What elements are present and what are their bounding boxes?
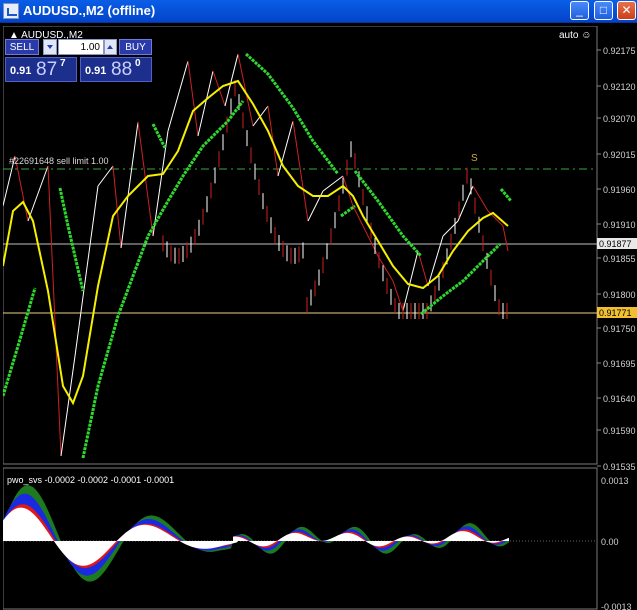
sell-price-sup: 7 (60, 58, 66, 69)
trend-band-segment (151, 123, 167, 149)
price-tick-label: 0.92120 (603, 82, 636, 92)
indicator-scale-label: 0.0013 (601, 476, 629, 486)
sell-button[interactable]: SELL (5, 39, 39, 55)
price-tick-label: 0.91695 (603, 359, 636, 369)
price-tick-label: 0.91960 (603, 185, 636, 195)
one-click-trade-panel: SELL 1.00 BUY 0.91 87 7 0.91 88 0 (5, 39, 152, 83)
price-tick-label: 0.92015 (603, 150, 636, 160)
trend-band-segment (58, 187, 85, 292)
window-title: AUDUSD.,M2 (offline) (23, 3, 156, 18)
title-bar: AUDUSD.,M2 (offline) _ □ ✕ (0, 0, 637, 23)
current-price-label: 0.91877 (599, 239, 632, 249)
candle-segment (292, 120, 309, 222)
close-button[interactable]: ✕ (617, 1, 636, 20)
lot-size-input[interactable]: 1.00 (58, 39, 104, 55)
indicator-label: pwo_svs -0.0002 -0.0002 -0.0001 -0.0001 (7, 475, 175, 485)
price-tick-label: 0.91750 (603, 324, 636, 334)
lot-decrease-button[interactable] (43, 39, 57, 55)
price-tick-label: 0.91855 (603, 254, 636, 264)
price-tick-label: 0.92070 (603, 114, 636, 124)
order-price-label: 0.91771 (599, 308, 632, 318)
candle-segment (237, 53, 254, 127)
indicator-scale-label: 0.00 (601, 537, 619, 547)
maximize-button[interactable]: □ (594, 1, 613, 20)
moving-average-line (3, 79, 509, 406)
buy-price-sup: 0 (135, 58, 141, 69)
auto-text: auto (559, 30, 579, 41)
price-tick-label: 0.91800 (603, 290, 636, 300)
candle-segment (27, 165, 49, 222)
main-chart-frame (3, 26, 598, 465)
sell-price-quote[interactable]: 0.91 87 7 (5, 57, 77, 82)
price-tick-label: 0.91640 (603, 394, 636, 404)
buy-button[interactable]: BUY (119, 39, 152, 55)
price-tick-label: 0.91535 (603, 462, 636, 472)
chart-area[interactable]: 0.92175 0.92120 0.92070 0.92015 0.91960 0.919… (3, 26, 637, 610)
sell-price-big: 87 (36, 59, 58, 80)
price-tick-label: 0.92175 (603, 46, 636, 56)
buy-price-big: 88 (111, 59, 133, 80)
candle-segment (377, 255, 394, 282)
trend-band-segment (244, 52, 340, 175)
candle-segment (167, 60, 189, 132)
trend-band-segment (340, 204, 356, 218)
buy-price-quote[interactable]: 0.91 88 0 (80, 57, 152, 82)
candle-segment (187, 60, 199, 137)
price-chart[interactable]: 0.92175 0.92120 0.92070 0.92015 0.91960 0.919… (3, 26, 637, 610)
trend-band-segment (353, 170, 423, 258)
indicator-scale-label: -0.0013 (601, 602, 632, 610)
auto-scroll-label[interactable]: auto ☺ (559, 30, 591, 41)
lot-increase-button[interactable] (104, 39, 117, 55)
sell-order-marker[interactable]: S (471, 153, 478, 164)
candle-segment (352, 205, 364, 227)
candle-segment (60, 355, 76, 457)
chart-window-icon[interactable] (3, 3, 19, 19)
candle-segment (224, 53, 239, 107)
price-tick-label: 0.91590 (603, 426, 636, 436)
minimize-button[interactable]: _ (570, 1, 589, 20)
buy-price-prefix: 0.91 (85, 65, 107, 77)
pending-order-label: #22691648 sell limit 1.00 (9, 156, 109, 166)
trend-band-segment (3, 287, 37, 397)
price-tick-label: 0.91910 (603, 220, 636, 230)
sell-price-prefix: 0.91 (10, 65, 32, 77)
candle-segment (502, 225, 509, 252)
candle-segment (47, 165, 62, 457)
trend-band-segment (499, 188, 513, 202)
candle-segment (120, 121, 139, 249)
